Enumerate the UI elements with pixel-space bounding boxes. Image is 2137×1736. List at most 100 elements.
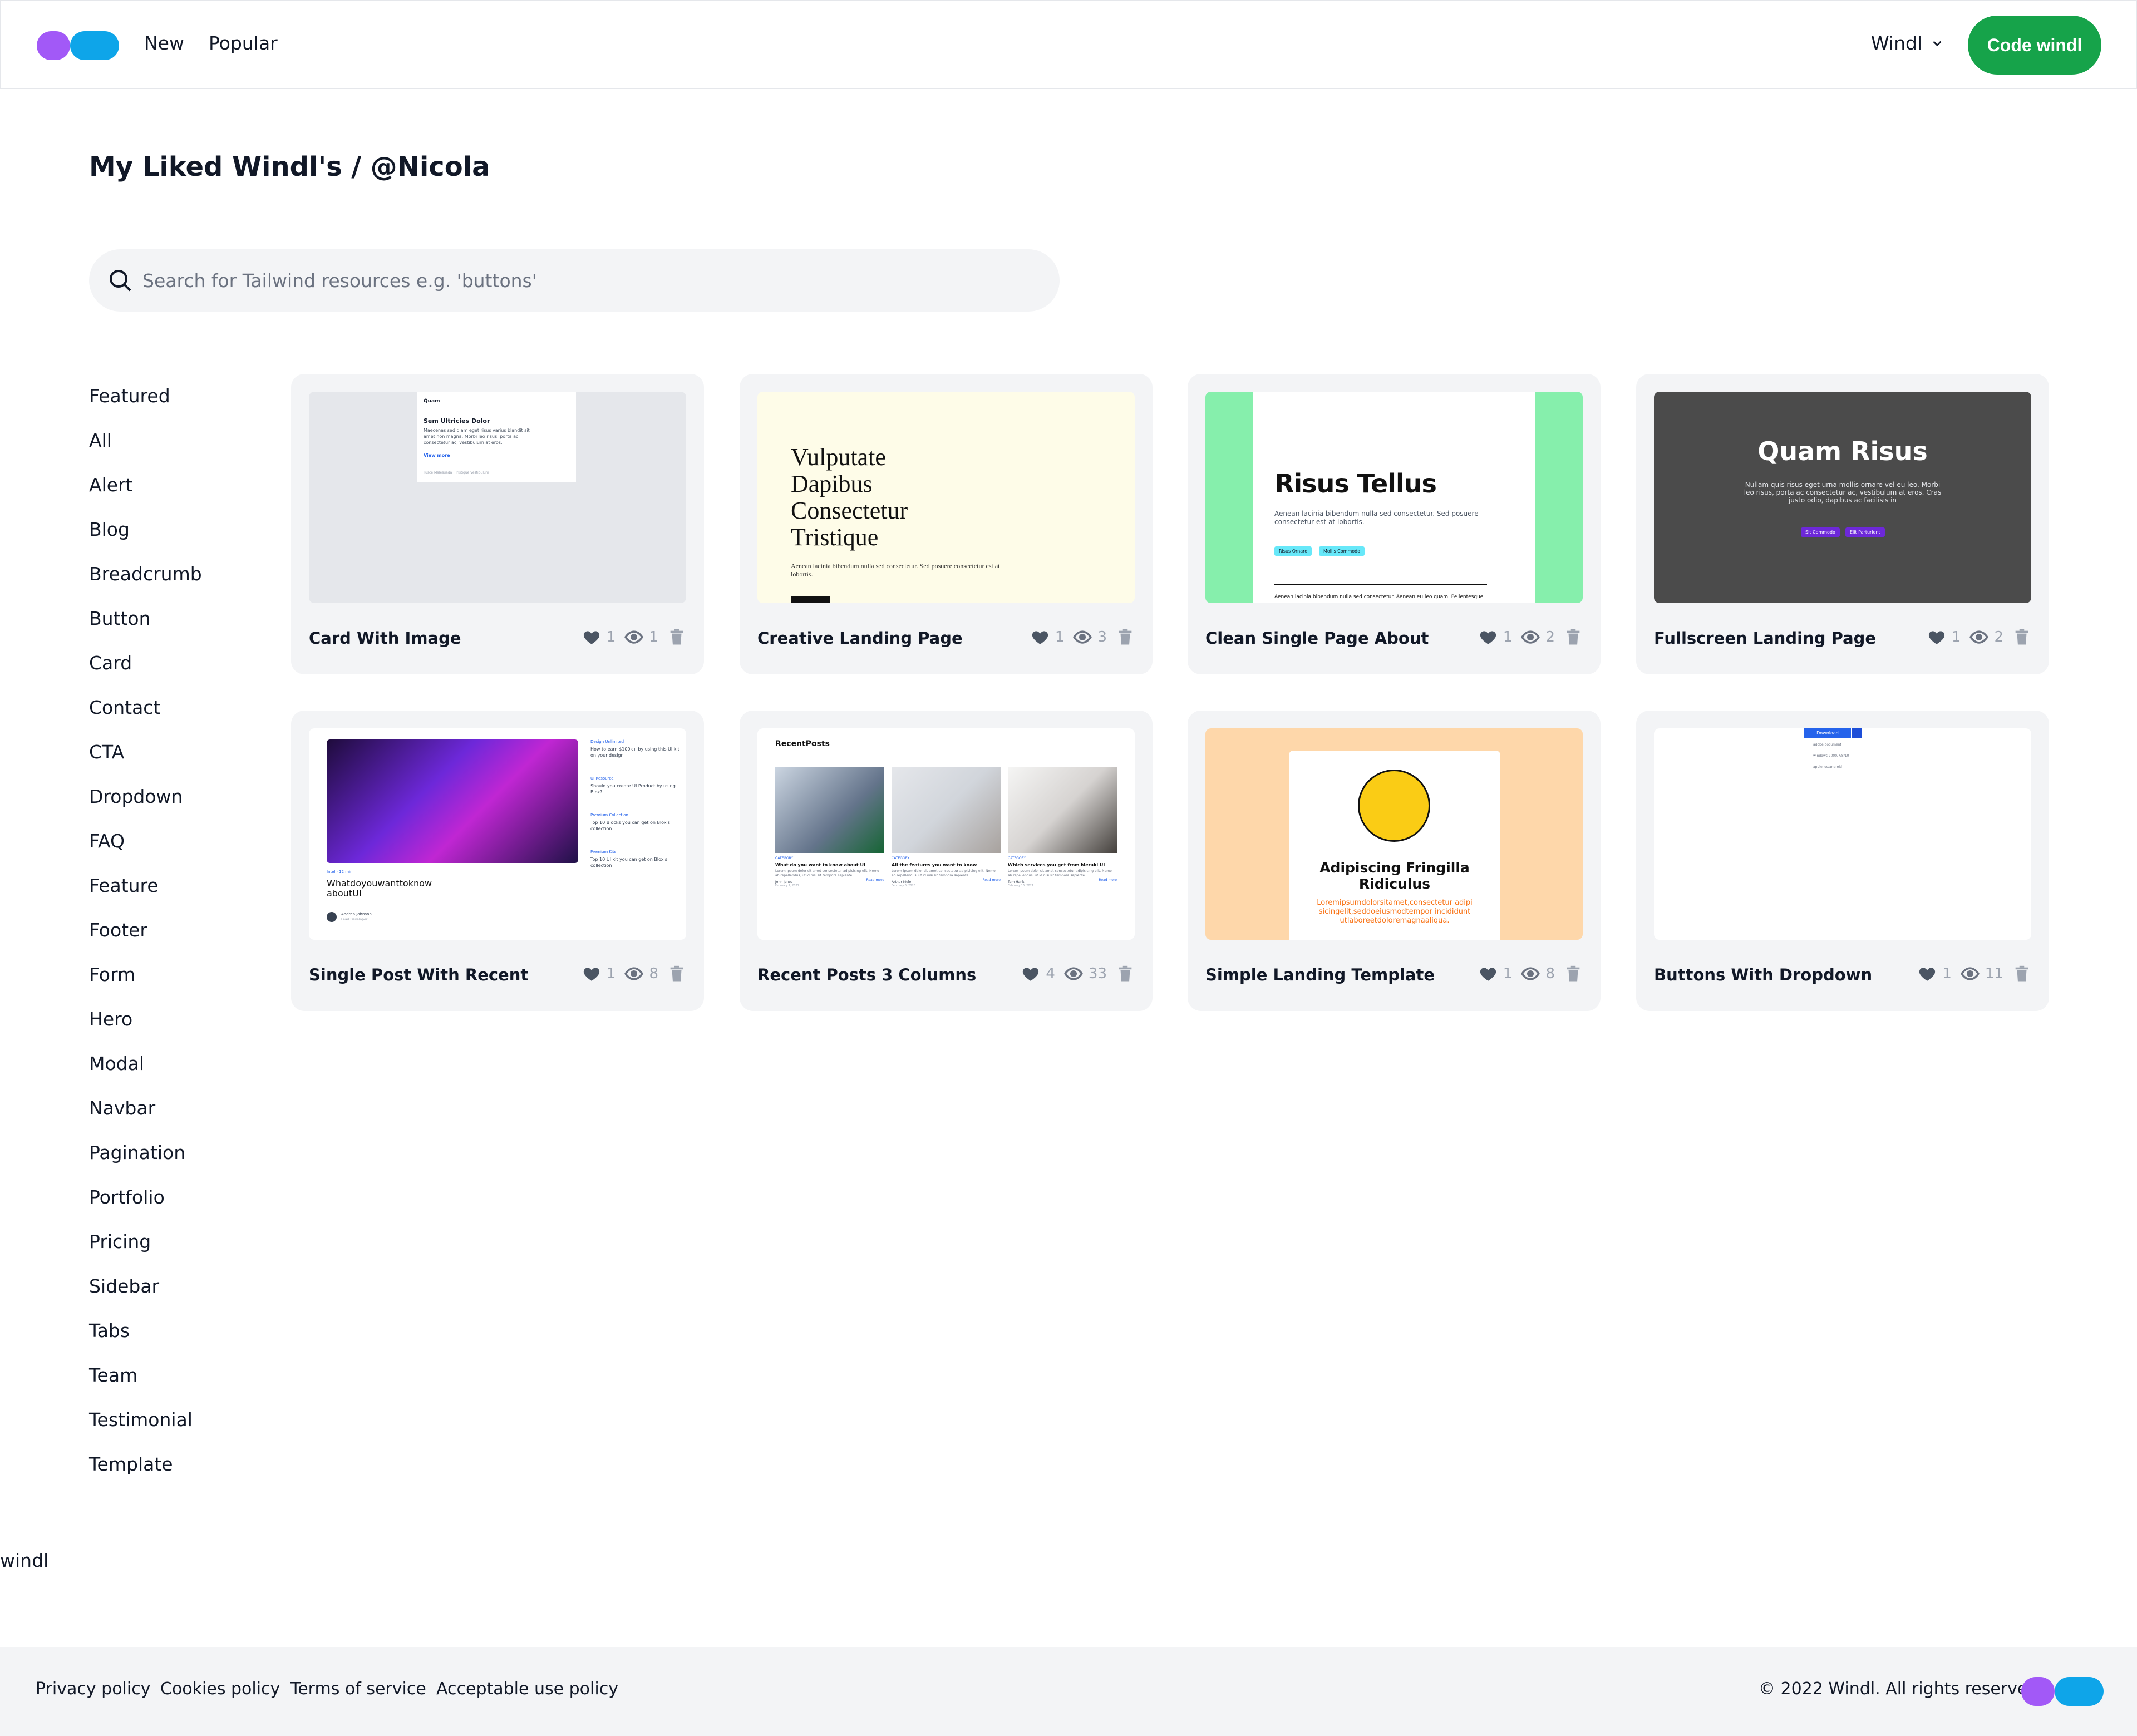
card-preview[interactable]: Quam Risus Nullam quis risus eget urna m… [1654, 392, 2031, 603]
heart-icon[interactable] [582, 628, 601, 647]
sidebar-item-pagination[interactable]: Pagination [89, 1140, 289, 1184]
sidebar-item-button[interactable]: Button [89, 605, 289, 650]
sidebar-item-pricing[interactable]: Pricing [89, 1229, 289, 1273]
trash-icon[interactable] [2012, 964, 2031, 983]
heart-icon[interactable] [1021, 964, 1040, 983]
card-preview[interactable]: Intel · 12 min Whatdoyouwanttoknow about… [309, 728, 686, 940]
preview-recent-text: Top 10 UI kit you can get on Blox's coll… [590, 857, 667, 868]
footer-link-cookies[interactable]: Cookies policy [160, 1679, 280, 1699]
windl-card[interactable]: Download adobe document windows 2000/7/8… [1636, 711, 2049, 1011]
preview-recent-text: Top 10 Blocks you can get on Blox's coll… [590, 820, 670, 831]
windl-card[interactable]: Quam Risus Nullam quis risus eget urna m… [1636, 374, 2049, 674]
heart-icon[interactable] [1927, 628, 1946, 647]
heart-icon[interactable] [582, 964, 601, 983]
windl-dropdown[interactable]: Windl [1871, 32, 1944, 54]
sidebar-item-breadcrumb[interactable]: Breadcrumb [89, 561, 289, 605]
windl-card[interactable]: RecentPosts CATEGORY What do you want to… [740, 711, 1153, 1011]
nav-link-popular[interactable]: Popular [209, 32, 278, 54]
trash-icon[interactable] [1116, 964, 1135, 983]
windl-dropdown-label: Windl [1871, 32, 1923, 54]
sidebar-item-featured[interactable]: Featured [89, 383, 289, 427]
preview-body: Nullam quis risus eget urna mollis ornar… [1744, 481, 1942, 504]
preview-button-2: Mollis Commodo [1319, 546, 1365, 556]
eye-icon [624, 630, 644, 644]
sidebar-item-contact[interactable]: Contact [89, 694, 289, 739]
card-preview[interactable]: RecentPosts CATEGORY What do you want to… [757, 728, 1135, 940]
trash-icon[interactable] [1116, 628, 1135, 647]
card-stats: 1 2 [1479, 628, 1583, 647]
sidebar-item-cta[interactable]: CTA [89, 739, 289, 783]
trash-icon[interactable] [667, 964, 686, 983]
view-count: 1 [649, 629, 658, 645]
sidebar-item-form[interactable]: Form [89, 961, 289, 1006]
sidebar-item-portfolio[interactable]: Portfolio [89, 1184, 289, 1229]
sidebar-item-feature[interactable]: Feature [89, 872, 289, 917]
preview-heading: Quam Risus [1757, 436, 1928, 466]
windl-card[interactable]: Intel · 12 min Whatdoyouwanttoknow about… [291, 711, 704, 1011]
preview-dropdown-item: windows 2000/7/8/10 [1813, 754, 1849, 758]
sidebar-item-team[interactable]: Team [89, 1362, 289, 1407]
sidebar-item-modal[interactable]: Modal [89, 1051, 289, 1095]
preview-recent-item: Premium Collection Top 10 Blocks you can… [590, 813, 679, 850]
preview-dropdown-item: apple ios/android [1813, 765, 1842, 769]
heart-icon[interactable] [1479, 964, 1498, 983]
preview-heading: Risus Tellus [1274, 468, 1437, 499]
sidebar-item-card[interactable]: Card [89, 650, 289, 694]
sidebar-item-alert[interactable]: Alert [89, 472, 289, 516]
chevron-down-icon [1933, 41, 1942, 46]
sidebar-item-dropdown[interactable]: Dropdown [89, 783, 289, 828]
preview-post-read-more: Read more [1099, 878, 1117, 882]
sidebar-item-template[interactable]: Template [89, 1451, 289, 1496]
windl-logo[interactable] [37, 31, 119, 60]
card-title: Card With Image [309, 629, 461, 648]
card-title: Simple Landing Template [1205, 965, 1435, 984]
sidebar-item-sidebar[interactable]: Sidebar [89, 1273, 289, 1318]
heart-icon[interactable] [1031, 628, 1050, 647]
preview-heading-line: Dapibus [791, 470, 873, 497]
preview-dropdown-item: adobe document [1813, 743, 1841, 747]
card-stats: 1 8 [582, 964, 686, 983]
footer-link-acceptable-use[interactable]: Acceptable use policy [436, 1679, 618, 1699]
card-stats: 4 33 [1021, 964, 1135, 983]
card-preview[interactable]: Adipiscing Fringilla Ridiculus Loremipsu… [1205, 728, 1583, 940]
like-count: 1 [1942, 965, 1952, 982]
sidebar-item-footer[interactable]: Footer [89, 917, 289, 961]
sidebar-item-testimonial[interactable]: Testimonial [89, 1407, 289, 1451]
sidebar-item-all[interactable]: All [89, 427, 289, 472]
card-stats: 1 3 [1031, 628, 1135, 647]
preview-post-read-more: Read more [982, 878, 1001, 882]
footer-logo[interactable] [2021, 1677, 2104, 1706]
preview-avatar [327, 912, 337, 922]
windl-card[interactable]: Risus Tellus Aenean lacinia bibendum nul… [1188, 374, 1601, 674]
trash-icon[interactable] [2012, 628, 2031, 647]
eye-icon [1063, 967, 1083, 980]
preview-recent-text: How to earn $100k+ by using this UI kit … [590, 747, 679, 758]
trash-icon[interactable] [1564, 964, 1583, 983]
sidebar-item-hero[interactable]: Hero [89, 1006, 289, 1051]
card-title: Creative Landing Page [757, 629, 963, 648]
preview-button-1: Risus Ornare [1274, 546, 1312, 556]
sidebar-item-blog[interactable]: Blog [89, 516, 289, 561]
preview-heading: RecentPosts [775, 739, 830, 748]
preview-heading: Sem Ultricies Dolor [424, 417, 490, 425]
trash-icon[interactable] [667, 628, 686, 647]
windl-card[interactable]: Vulputate Dapibus Consectetur Tristique … [740, 374, 1153, 674]
sidebar-item-faq[interactable]: FAQ [89, 828, 289, 872]
sidebar-item-tabs[interactable]: Tabs [89, 1318, 289, 1362]
windl-card[interactable]: Quam Sem Ultricies Dolor Maecenas sed di… [291, 374, 704, 674]
card-preview[interactable]: Download adobe document windows 2000/7/8… [1654, 728, 2031, 940]
code-windl-button[interactable]: Code windl [1968, 16, 2101, 75]
card-preview[interactable]: Vulputate Dapibus Consectetur Tristique … [757, 392, 1135, 603]
nav-link-new[interactable]: New [144, 32, 184, 54]
card-preview[interactable]: Quam Sem Ultricies Dolor Maecenas sed di… [309, 392, 686, 603]
card-preview[interactable]: Risus Tellus Aenean lacinia bibendum nul… [1205, 392, 1583, 603]
sidebar-item-navbar[interactable]: Navbar [89, 1095, 289, 1140]
heart-icon[interactable] [1918, 964, 1937, 983]
preview-recent-list: Design Unlimited How to earn $100k+ by u… [590, 739, 679, 886]
footer-link-terms[interactable]: Terms of service [290, 1679, 426, 1699]
footer-link-privacy[interactable]: Privacy policy [36, 1679, 150, 1699]
trash-icon[interactable] [1564, 628, 1583, 647]
search-input[interactable] [142, 249, 1033, 312]
heart-icon[interactable] [1479, 628, 1498, 647]
windl-card[interactable]: Adipiscing Fringilla Ridiculus Loremipsu… [1188, 711, 1601, 1011]
